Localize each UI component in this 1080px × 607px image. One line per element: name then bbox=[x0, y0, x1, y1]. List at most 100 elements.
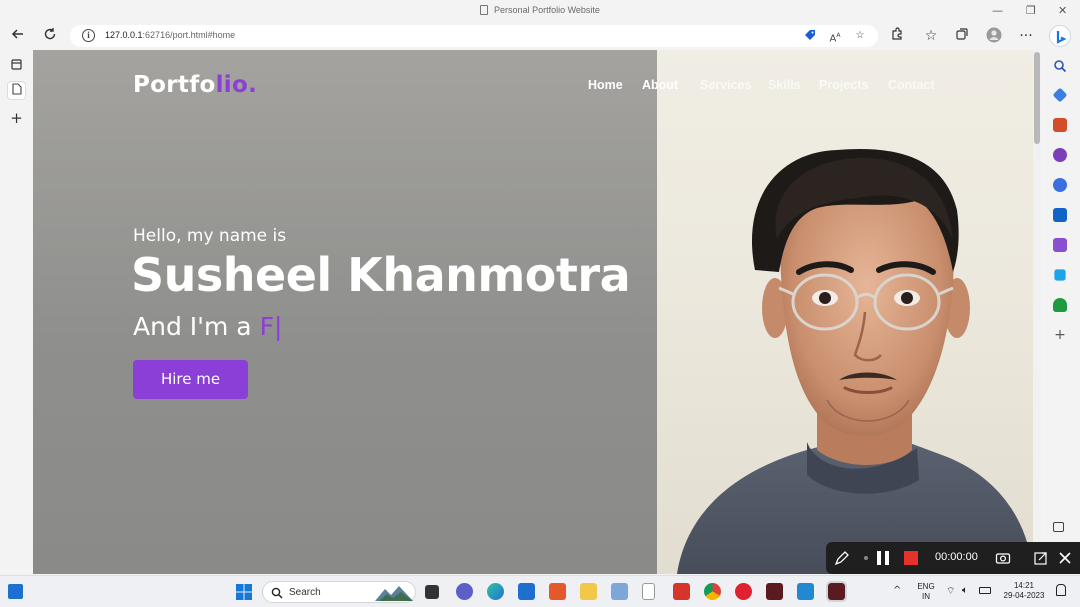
photos-icon[interactable] bbox=[611, 583, 628, 600]
sidebar-tools-icon[interactable] bbox=[1053, 118, 1067, 132]
camera-icon[interactable] bbox=[995, 550, 1011, 566]
new-tab-button[interactable]: + bbox=[7, 109, 26, 128]
screen-recorder-active-icon[interactable] bbox=[826, 581, 847, 602]
sidebar-send-icon[interactable] bbox=[1054, 269, 1066, 281]
url-text[interactable]: 127.0.0.1:62716/port.html#home bbox=[105, 30, 235, 40]
bing-chat-button[interactable] bbox=[1049, 25, 1071, 47]
vscode-icon[interactable] bbox=[797, 583, 814, 600]
chrome-icon[interactable] bbox=[704, 583, 721, 600]
recorder-app-icon[interactable] bbox=[766, 583, 783, 600]
address-bar[interactable]: i 127.0.0.1:62716/port.html#home AA ☆ bbox=[70, 25, 878, 47]
coupon-tag-icon[interactable] bbox=[803, 29, 817, 43]
hero-name: Susheel Khanmotra bbox=[131, 248, 631, 302]
pause-button[interactable] bbox=[875, 550, 891, 566]
profile-avatar-icon bbox=[986, 27, 1002, 43]
minimize-recorder-icon[interactable] bbox=[1033, 550, 1049, 566]
site-info-icon[interactable]: i bbox=[82, 29, 95, 42]
portfolio-page: Portfolio. Home About Services Skills Pr… bbox=[33, 50, 1033, 574]
sidebar-search-icon[interactable] bbox=[1053, 58, 1067, 73]
back-button[interactable] bbox=[9, 27, 27, 45]
nav-services[interactable]: Services bbox=[700, 78, 751, 92]
task-view-icon[interactable] bbox=[425, 585, 439, 599]
document-icon bbox=[480, 5, 489, 15]
sidebar-microsoft365-icon[interactable] bbox=[1053, 178, 1067, 192]
notification-bell-icon[interactable] bbox=[1056, 584, 1066, 596]
scrollbar-thumb[interactable] bbox=[1034, 52, 1040, 144]
collections-icon bbox=[956, 28, 968, 40]
search-highlight-icon bbox=[375, 586, 413, 601]
page-scrollbar[interactable] bbox=[1033, 50, 1041, 574]
separator-dot bbox=[864, 556, 868, 560]
window-titlebar: Personal Portfolio Website — ❐ ✕ bbox=[0, 0, 1080, 22]
start-button[interactable] bbox=[236, 584, 252, 600]
profile-photo bbox=[657, 50, 1033, 574]
sidebar-designer-icon[interactable] bbox=[1053, 238, 1067, 252]
wifi-icon[interactable]: ⌔ bbox=[946, 585, 955, 598]
close-window-button[interactable]: ✕ bbox=[1058, 4, 1067, 17]
widgets-icon[interactable] bbox=[8, 584, 23, 599]
office-icon[interactable] bbox=[549, 583, 566, 600]
screen-recorder-bar: 00:00:00 bbox=[826, 542, 1080, 574]
file-explorer-icon[interactable] bbox=[580, 583, 597, 600]
vertical-tabs-sidebar: + bbox=[0, 50, 33, 575]
portrait-illustration bbox=[677, 149, 1033, 574]
window-title: Personal Portfolio Website bbox=[0, 5, 1080, 15]
language-indicator[interactable]: ENG IN bbox=[913, 582, 939, 602]
sidebar-outlook-icon[interactable] bbox=[1053, 208, 1067, 222]
page-icon bbox=[11, 83, 22, 95]
read-aloud-icon[interactable]: AA bbox=[828, 29, 842, 44]
profile-button[interactable] bbox=[985, 27, 1003, 45]
settings-more-button[interactable]: ··· bbox=[1017, 27, 1035, 45]
edge-sidebar: + bbox=[1041, 22, 1080, 575]
clock[interactable]: 14:21 29-04-2023 bbox=[998, 581, 1050, 601]
edge-taskbar-icon[interactable] bbox=[487, 583, 504, 600]
collections-button[interactable] bbox=[953, 27, 971, 45]
nav-projects[interactable]: Projects bbox=[819, 78, 868, 92]
favorites-button[interactable]: ☆ bbox=[922, 27, 940, 45]
more-dots-icon: ··· bbox=[1019, 28, 1033, 44]
refresh-icon bbox=[44, 28, 56, 40]
tab-personal-portfolio[interactable] bbox=[7, 81, 26, 100]
teams-chat-icon[interactable] bbox=[456, 583, 473, 600]
bing-icon bbox=[1056, 31, 1067, 44]
maximize-button[interactable]: ❐ bbox=[1026, 4, 1036, 17]
close-recorder-icon[interactable] bbox=[1057, 550, 1073, 566]
windows-logo-icon bbox=[236, 584, 252, 600]
site-logo[interactable]: Portfolio. bbox=[133, 72, 257, 98]
show-hidden-icons-chevron-icon[interactable]: ^ bbox=[893, 585, 901, 596]
add-favorite-icon[interactable]: ☆ bbox=[853, 29, 867, 43]
sidebar-shopping-icon[interactable] bbox=[1052, 87, 1068, 103]
browser-toolbar: i 127.0.0.1:62716/port.html#home AA ☆ ☆ … bbox=[0, 22, 1080, 50]
recording-timer: 00:00:00 bbox=[935, 551, 978, 563]
minimize-button[interactable]: — bbox=[992, 4, 1003, 17]
taskbar-search[interactable]: Search bbox=[262, 581, 416, 603]
plus-icon: + bbox=[10, 109, 23, 127]
nav-about[interactable]: About bbox=[642, 78, 678, 92]
wps-office-icon[interactable] bbox=[673, 583, 690, 600]
nav-skills[interactable]: Skills bbox=[768, 78, 801, 92]
sidebar-add-icon[interactable]: + bbox=[1053, 328, 1067, 342]
puzzle-icon bbox=[892, 27, 902, 40]
refresh-button[interactable] bbox=[41, 27, 59, 45]
back-arrow-icon bbox=[11, 29, 23, 39]
battery-icon[interactable] bbox=[979, 587, 991, 594]
nav-home[interactable]: Home bbox=[588, 78, 623, 92]
pause-icon bbox=[877, 551, 881, 565]
sidebar-games-icon[interactable] bbox=[1053, 148, 1067, 162]
tab-actions-icon bbox=[11, 59, 22, 70]
mail-icon[interactable] bbox=[518, 583, 535, 600]
extensions-button[interactable] bbox=[888, 27, 906, 45]
opera-icon[interactable] bbox=[735, 583, 752, 600]
sidebar-hide-icon[interactable] bbox=[1053, 522, 1064, 532]
notepad-icon[interactable] bbox=[642, 583, 655, 600]
favorites-star-icon: ☆ bbox=[924, 28, 938, 44]
hire-me-button[interactable]: Hire me bbox=[133, 360, 248, 399]
sidebar-tree-icon[interactable] bbox=[1053, 298, 1067, 312]
pen-icon[interactable] bbox=[833, 549, 851, 567]
nav-contact[interactable]: Contact bbox=[888, 78, 935, 92]
volume-icon[interactable]: 🔈︎ bbox=[962, 585, 968, 596]
search-icon bbox=[271, 587, 283, 599]
windows-taskbar: Search ^ ENG IN ⌔ 🔈︎ 14:21 29-04-2023 bbox=[0, 575, 1080, 607]
stop-button[interactable] bbox=[904, 551, 918, 565]
tab-actions-button[interactable] bbox=[7, 57, 26, 76]
